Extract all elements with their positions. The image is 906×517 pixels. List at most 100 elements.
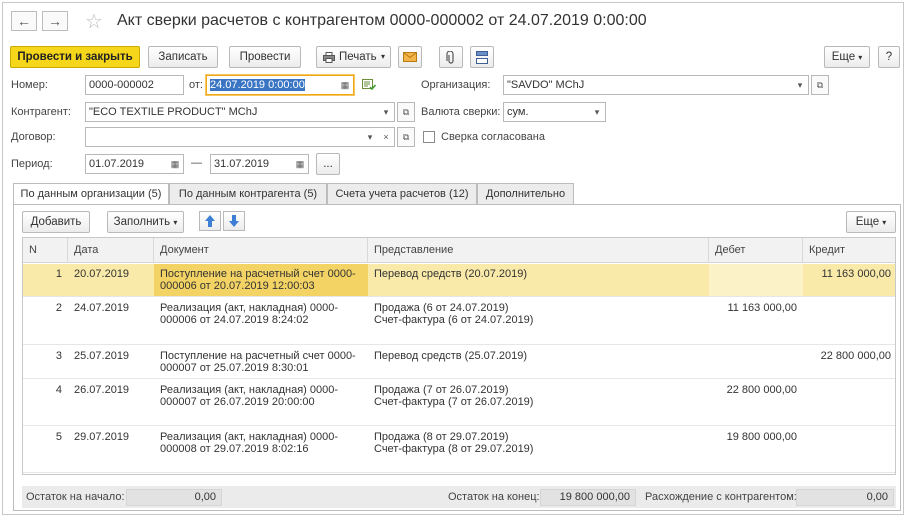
column-header-document[interactable]: Документ <box>154 238 368 263</box>
clear-icon[interactable]: × <box>378 128 394 146</box>
contract-field[interactable]: ▾ × <box>85 127 395 147</box>
date-field[interactable]: 24.07.2019 0:00:00 ▦ <box>206 75 354 95</box>
period-to-field[interactable]: 31.07.2019 ▦ <box>210 154 309 174</box>
row-debit[interactable] <box>709 346 803 378</box>
chevron-down-icon[interactable]: ▾ <box>589 103 605 121</box>
row-credit[interactable] <box>803 380 895 425</box>
table-more-label: Еще <box>855 216 880 228</box>
fill-button[interactable]: Заполнить ▾ <box>107 211 184 233</box>
table-row[interactable]: 1 20.07.2019 Поступление на расчетный сч… <box>23 264 895 297</box>
forward-button[interactable]: → <box>42 11 68 31</box>
post-button[interactable]: Провести <box>229 46 301 68</box>
email-button[interactable] <box>398 46 422 68</box>
arrow-up-icon <box>205 215 215 227</box>
row-document[interactable]: Реализация (акт, накладная) 0000- 000008… <box>154 427 368 472</box>
structure-button[interactable] <box>470 46 494 68</box>
calendar-icon[interactable]: ▦ <box>167 155 183 173</box>
help-button[interactable]: ? <box>878 46 900 68</box>
discrepancy-value: 0,00 <box>796 489 894 506</box>
reconciliation-table: N Дата Документ Представление Дебет Кред… <box>22 237 896 475</box>
row-credit[interactable]: 22 800 000,00 <box>803 346 895 378</box>
open-form-icon: ⧉ <box>816 80 824 90</box>
table-header: N Дата Документ Представление Дебет Кред… <box>23 238 895 263</box>
period-from-field[interactable]: 01.07.2019 ▦ <box>85 154 184 174</box>
tab-organization-data[interactable]: По данным организации (5) <box>13 183 169 206</box>
date-label: от: <box>189 79 203 91</box>
row-debit[interactable]: 19 800 000,00 <box>709 427 803 472</box>
row-number: 4 <box>55 384 62 396</box>
organization-field[interactable]: "SAVDO" MChJ ▾ <box>503 75 809 95</box>
fill-button-label: Заполнить <box>113 216 171 228</box>
row-date: 29.07.2019 <box>74 431 130 443</box>
arrow-right-icon: → <box>48 13 62 29</box>
document-status-icon[interactable] <box>362 79 376 91</box>
row-credit[interactable] <box>803 298 895 344</box>
row-credit[interactable] <box>803 427 895 472</box>
structure-icon <box>476 51 488 64</box>
currency-value: сум. <box>507 106 529 118</box>
table-row[interactable]: 4 26.07.2019 Реализация (акт, накладная)… <box>23 380 895 426</box>
currency-field[interactable]: сум. ▾ <box>503 102 606 122</box>
save-button[interactable]: Записать <box>148 46 218 68</box>
row-credit[interactable]: 11 163 000,00 <box>803 264 895 296</box>
tab-counterparty-data[interactable]: По данным контрагента (5) <box>169 183 327 205</box>
discrepancy-label: Расхождение с контрагентом: <box>645 491 797 503</box>
row-document[interactable]: Реализация (акт, накладная) 0000- 000006… <box>154 298 368 344</box>
counterparty-label: Контрагент: <box>11 106 71 118</box>
tab-additional[interactable]: Дополнительно <box>477 183 574 205</box>
favorite-star-icon[interactable]: ☆ <box>85 9 103 34</box>
row-debit[interactable] <box>709 264 803 296</box>
move-down-button[interactable] <box>223 211 245 231</box>
table-row[interactable]: 5 29.07.2019 Реализация (акт, накладная)… <box>23 427 895 473</box>
counterparty-value: "ECO TEXTILE PRODUCT" MChJ <box>89 106 258 118</box>
column-header-debit[interactable]: Дебет <box>709 238 803 263</box>
number-field[interactable]: 0000-000002 <box>85 75 184 95</box>
attach-button[interactable] <box>439 46 463 68</box>
tab-accounts[interactable]: Счета учета расчетов (12) <box>327 183 477 205</box>
column-header-representation[interactable]: Представление <box>368 238 709 263</box>
row-debit[interactable]: 22 800 000,00 <box>709 380 803 425</box>
row-date: 25.07.2019 <box>74 350 130 362</box>
calendar-icon[interactable]: ▦ <box>292 155 308 173</box>
row-date: 26.07.2019 <box>74 384 130 396</box>
row-date: 24.07.2019 <box>74 302 130 314</box>
counterparty-field[interactable]: "ECO TEXTILE PRODUCT" MChJ ▾ <box>85 102 395 122</box>
more-button[interactable]: Еще ▾ <box>824 46 870 68</box>
chevron-down-icon[interactable]: ▾ <box>792 76 808 94</box>
contract-label: Договор: <box>11 131 56 143</box>
chevron-down-icon[interactable]: ▾ <box>378 103 394 121</box>
organization-label: Организация: <box>421 79 491 91</box>
row-number: 2 <box>55 302 62 314</box>
calendar-icon[interactable]: ▦ <box>337 76 353 94</box>
row-debit[interactable]: 11 163 000,00 <box>709 298 803 344</box>
back-button[interactable]: ← <box>11 11 37 31</box>
page-title: Акт сверки расчетов с контрагентом 0000-… <box>117 12 647 29</box>
table-row[interactable]: 3 25.07.2019 Поступление на расчетный сч… <box>23 346 895 379</box>
agreed-checkbox[interactable] <box>423 131 435 143</box>
organization-open-button[interactable]: ⧉ <box>811 75 829 95</box>
arrow-left-icon: ← <box>17 13 31 29</box>
counterparty-open-button[interactable]: ⧉ <box>397 102 415 122</box>
row-document[interactable]: Реализация (акт, накладная) 0000- 000007… <box>154 380 368 425</box>
arrow-down-icon <box>229 215 239 227</box>
period-select-button[interactable]: ... <box>316 153 340 175</box>
add-row-button[interactable]: Добавить <box>22 211 90 233</box>
row-number: 1 <box>55 268 62 280</box>
more-button-label: Еще <box>831 51 856 63</box>
column-header-date[interactable]: Дата <box>68 238 154 263</box>
table-row[interactable]: 2 24.07.2019 Реализация (акт, накладная)… <box>23 298 895 345</box>
row-representation: Перевод средств (20.07.2019) <box>374 268 528 280</box>
date-value: 24.07.2019 0:00:00 <box>210 79 305 91</box>
end-balance-value: 19 800 000,00 <box>540 489 636 506</box>
post-and-close-button[interactable]: Провести и закрыть <box>10 46 140 68</box>
column-header-n[interactable]: N <box>23 238 68 263</box>
row-document[interactable]: Поступление на расчетный счет 0000- 0000… <box>154 346 368 378</box>
row-document[interactable]: Поступление на расчетный счет 0000- 0000… <box>154 264 368 296</box>
print-button[interactable]: Печать ▾ <box>316 46 391 68</box>
move-up-button[interactable] <box>199 211 221 231</box>
column-header-credit[interactable]: Кредит <box>803 238 895 263</box>
agreed-label: Сверка согласована <box>441 131 545 143</box>
table-more-button[interactable]: Еще ▾ <box>846 211 896 233</box>
chevron-down-icon[interactable]: ▾ <box>362 128 378 146</box>
contract-open-button[interactable]: ⧉ <box>397 127 415 147</box>
